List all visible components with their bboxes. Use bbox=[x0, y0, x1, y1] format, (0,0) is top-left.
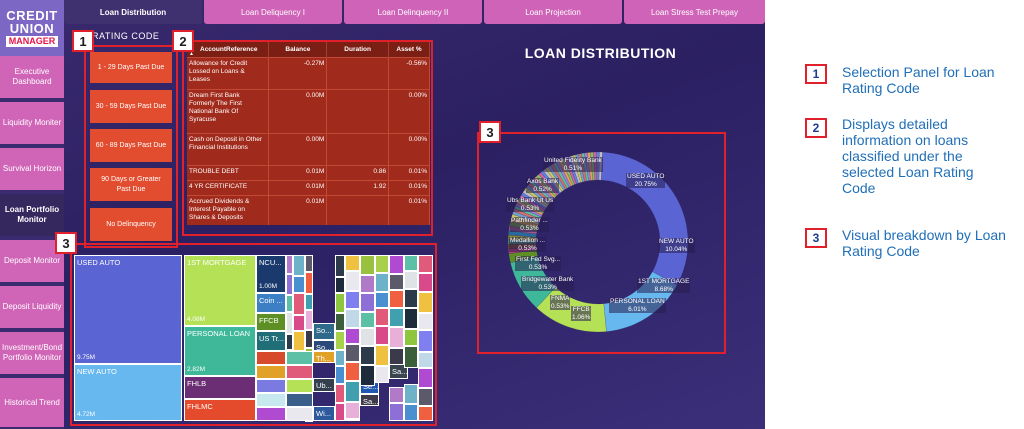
sidebar-item-label: Investment/Bond Portfolio Monitor bbox=[1, 343, 63, 362]
sidebar-item-label: Historical Trend bbox=[4, 397, 60, 407]
legend-text-2: Displays detailed information on loans c… bbox=[842, 116, 974, 196]
tab-loan-delinquency-2[interactable]: Loan Delinquency II bbox=[344, 0, 482, 24]
tab-loan-distribution[interactable]: Loan Distribution bbox=[64, 0, 202, 24]
dashboard-app: CREDIT UNION MANAGER Executive Dashboard… bbox=[0, 0, 765, 429]
tab-label: Loan Distribution bbox=[99, 7, 167, 17]
sidebar-item-deposit-liquidity[interactable]: Deposit Liquidity bbox=[0, 286, 64, 330]
legend-text-1: Selection Panel for Loan Rating Code bbox=[842, 64, 995, 96]
sidebar-item-investment-bond[interactable]: Investment/Bond Portfolio Monitor bbox=[0, 332, 64, 376]
logo-line2: UNION bbox=[9, 21, 55, 36]
annotation-label-1: 1 bbox=[72, 30, 94, 52]
sidebar-item-survival-horizon[interactable]: Survival Horizon bbox=[0, 148, 64, 192]
annotation-box-3-donut bbox=[477, 132, 726, 354]
chart-title: LOAN DISTRIBUTION bbox=[524, 45, 677, 61]
tab-label: Loan Delinquency II bbox=[377, 7, 449, 17]
sidebar-item-label: Deposit Monitor bbox=[3, 256, 61, 265]
sidebar-item-label: Survival Horizon bbox=[2, 164, 62, 173]
annotation-label-2: 2 bbox=[172, 30, 194, 52]
sidebar-item-label: Loan Portfolio Monitor bbox=[4, 205, 60, 224]
tab-loan-projection[interactable]: Loan Projection bbox=[484, 0, 622, 24]
annotation-label-3-donut: 3 bbox=[479, 121, 501, 143]
annotation-box-1 bbox=[84, 45, 178, 248]
rating-panel-title: RATING CODE bbox=[92, 31, 160, 41]
sidebar-item-label: Liquidity Moniter bbox=[2, 118, 62, 127]
annotation-box-2 bbox=[182, 40, 433, 236]
sidebar-item-label: Deposit Liquidity bbox=[2, 302, 62, 311]
tab-label: Loan Stress Test Prepay bbox=[650, 7, 738, 17]
sidebar-item-executive-dashboard[interactable]: Executive Dashboard bbox=[0, 56, 64, 100]
legend-number-3: 3 bbox=[805, 228, 827, 248]
annotation-box-3-treemap bbox=[70, 243, 437, 426]
sidebar-item-liquidity-moniter[interactable]: Liquidity Moniter bbox=[0, 102, 64, 146]
sidebar: CREDIT UNION MANAGER Executive Dashboard… bbox=[0, 0, 64, 429]
sidebar-item-label: Executive Dashboard bbox=[12, 67, 52, 86]
tab-label: Loan Deliquency I bbox=[240, 7, 306, 17]
annotation-label-3-treemap: 3 bbox=[55, 232, 77, 254]
legend-text-3: Visual breakdown by Loan Rating Code bbox=[842, 227, 1006, 259]
tab-label: Loan Projection bbox=[525, 7, 581, 17]
logo-line3: MANAGER bbox=[5, 36, 59, 47]
legend-number-2: 2 bbox=[805, 118, 827, 138]
legend-number-1: 1 bbox=[805, 64, 827, 84]
tab-loan-stress-test[interactable]: Loan Stress Test Prepay bbox=[624, 0, 765, 24]
logo: CREDIT UNION MANAGER bbox=[0, 0, 64, 56]
sidebar-item-historical-trend[interactable]: Historical Trend bbox=[0, 378, 64, 429]
tab-loan-deliquency-1[interactable]: Loan Deliquency I bbox=[204, 0, 342, 24]
